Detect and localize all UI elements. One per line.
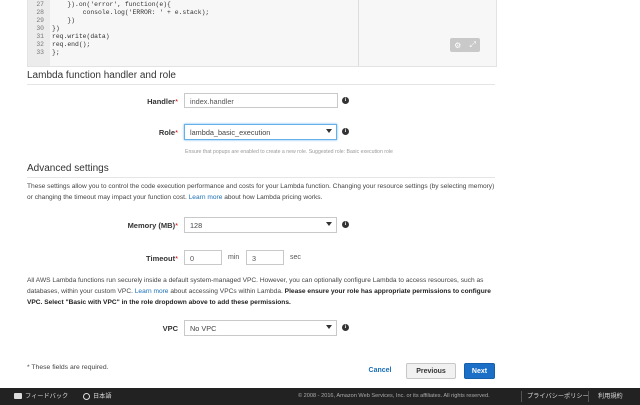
role-hint: Ensure that popups are enabled to create… (185, 149, 393, 155)
terms-link[interactable]: 利用規約 (598, 388, 623, 405)
timeout-seconds-input[interactable]: 3 (246, 250, 284, 265)
code-text: req.end(); (52, 41, 91, 48)
chevron-down-icon (326, 129, 332, 133)
code-text: }).on('error', function(e){ (52, 1, 171, 8)
copyright: © 2008 - 2016, Amazon Web Services, Inc.… (298, 393, 490, 399)
section-title-handler-role: Lambda function handler and role (27, 70, 176, 81)
code-line: 31 req.write(data) (28, 33, 110, 41)
divider (27, 177, 495, 178)
code-text: req.write(data) (52, 33, 110, 40)
footer-separator (588, 391, 589, 402)
handler-input[interactable]: index.handler (184, 93, 338, 108)
feedback-label: フィードバック (25, 393, 69, 400)
privacy-policy-link[interactable]: プライバシーポリシー (527, 388, 589, 405)
fullscreen-icon[interactable]: ⤢ (469, 40, 475, 50)
vpc-label: VPC (162, 324, 178, 333)
timeout-minutes-input[interactable]: 0 (184, 250, 222, 265)
learn-more-vpc-link[interactable]: Learn more (135, 288, 169, 295)
code-line: 30}) (28, 25, 60, 33)
seconds-unit: sec (290, 254, 301, 261)
handler-label: Handler* (147, 97, 178, 106)
memory-label: Memory (MB)* (127, 221, 178, 230)
line-number: 31 (36, 33, 44, 40)
memory-select[interactable]: 128 (184, 217, 337, 233)
vpc-select-value: No VPC (190, 324, 217, 333)
gear-icon[interactable]: ⚙ (454, 41, 461, 50)
code-text: }; (52, 49, 60, 56)
role-select[interactable]: lambda_basic_execution (184, 124, 337, 140)
code-line: 28 console.log('ERROR: ' + e.stack); (28, 9, 209, 17)
code-line: 29 }) (28, 17, 75, 25)
advanced-description: These settings allow you to control the … (27, 183, 495, 201)
line-number: 32 (36, 41, 44, 48)
editor-toolbar: ⚙ ⤢ (450, 38, 480, 52)
code-line: 33}; (28, 49, 60, 57)
info-icon[interactable]: i (342, 97, 349, 104)
info-icon[interactable]: i (342, 221, 349, 228)
code-text: }) (52, 25, 60, 32)
footer-separator (521, 391, 522, 402)
vpc-select[interactable]: No VPC (184, 320, 337, 336)
role-select-value: lambda_basic_execution (190, 128, 271, 137)
line-number: 27 (36, 1, 44, 8)
line-number: 29 (36, 17, 44, 24)
globe-icon (83, 392, 90, 400)
info-icon[interactable]: i (342, 128, 349, 135)
feedback-link[interactable]: フィードバック (14, 388, 68, 405)
learn-more-link[interactable]: Learn more (189, 194, 223, 201)
code-line: 27 }).on('error', function(e){ (28, 1, 171, 9)
divider (27, 84, 495, 85)
line-number: 28 (36, 9, 44, 16)
line-number: 30 (36, 25, 44, 32)
code-text: console.log('ERROR: ' + e.stack); (52, 9, 210, 16)
footer-bar: フィードバック 日本語 © 2008 - 2016, Amazon Web Se… (0, 388, 640, 405)
required-fields-note: * These fields are required. (27, 364, 109, 371)
cancel-button[interactable]: Cancel (362, 363, 398, 379)
line-number: 33 (36, 49, 44, 56)
next-button[interactable]: Next (464, 363, 495, 379)
memory-select-value: 128 (190, 221, 203, 230)
code-line: 32 req.end(); (28, 41, 90, 49)
previous-button[interactable]: Previous (406, 363, 456, 379)
chevron-down-icon (326, 222, 332, 226)
language-selector[interactable]: 日本語 (83, 388, 112, 405)
language-label: 日本語 (93, 393, 112, 400)
info-icon[interactable]: i (342, 324, 349, 331)
editor-divider (358, 0, 359, 66)
vpc-description: All AWS Lambda functions run securely in… (27, 277, 491, 306)
role-label: Role* (158, 128, 178, 137)
timeout-label: Timeout* (146, 254, 178, 263)
chevron-down-icon (326, 325, 332, 329)
minutes-unit: min (228, 254, 240, 261)
feedback-icon (14, 393, 22, 400)
code-text: }) (52, 17, 76, 24)
code-editor[interactable]: 27 }).on('error', function(e){28 console… (27, 0, 497, 67)
section-title-advanced: Advanced settings (27, 163, 109, 174)
